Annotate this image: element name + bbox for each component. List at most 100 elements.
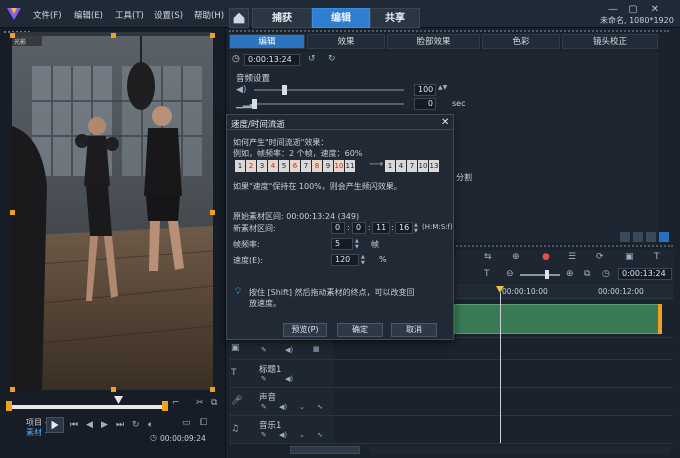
new-s-field[interactable]: 11: [372, 222, 390, 234]
title-track[interactable]: [333, 360, 673, 388]
subtab-effect[interactable]: 效果: [307, 34, 385, 49]
fade-slider[interactable]: [254, 103, 404, 105]
voice-wave-icon[interactable]: ∿: [317, 403, 323, 411]
fade-field[interactable]: 0: [414, 98, 436, 110]
speed-field[interactable]: 120: [331, 254, 359, 266]
new-m-field[interactable]: 0: [352, 222, 366, 234]
volume-spin-icon[interactable]: ▲▼: [438, 84, 447, 91]
volume-icon[interactable]: 🔈︎: [148, 420, 153, 430]
tab-share[interactable]: 共享: [370, 8, 420, 28]
play-button[interactable]: [46, 417, 64, 433]
subtitle-icon[interactable]: T: [654, 252, 660, 262]
options-tool-3[interactable]: [646, 232, 656, 242]
zoom-slider-thumb[interactable]: [545, 270, 549, 279]
playhead-icon[interactable]: [114, 396, 123, 404]
mute-icon[interactable]: ◀): [285, 346, 293, 354]
overlay-track[interactable]: [333, 340, 673, 360]
rotate-left-icon[interactable]: ↺: [308, 54, 316, 64]
rotate-right-icon[interactable]: ↻: [328, 54, 336, 64]
music-wave-icon[interactable]: ∿: [317, 431, 323, 439]
zoom-slider[interactable]: [520, 274, 560, 276]
menu-file[interactable]: 文件(F): [33, 9, 62, 21]
music-track[interactable]: [333, 416, 673, 444]
timeline-playhead-icon[interactable]: [496, 286, 504, 293]
subtab-face[interactable]: 脸部效果: [387, 34, 480, 49]
options-tool-4[interactable]: [659, 232, 669, 242]
display-mode-icon[interactable]: ▭: [182, 418, 191, 428]
zoom-in-icon[interactable]: ⊕: [566, 269, 574, 279]
tab-capture[interactable]: 捕获: [252, 8, 312, 28]
timeline-hscroll[interactable]: [370, 446, 670, 454]
crop-handle-bc[interactable]: [111, 387, 116, 392]
scrubber-track[interactable]: [8, 405, 166, 409]
crop-handle-mr[interactable]: [210, 210, 215, 215]
fade-slider-thumb[interactable]: [252, 99, 257, 109]
mode-clip[interactable]: 素材 -: [26, 427, 47, 438]
subtab-lens[interactable]: 镜头校正: [562, 34, 658, 49]
crop-handle-ml[interactable]: [10, 210, 15, 215]
menu-settings[interactable]: 设置(S): [154, 9, 183, 21]
tab-edit[interactable]: 编辑: [312, 8, 370, 28]
options-tool-2[interactable]: [633, 232, 643, 242]
menu-edit[interactable]: 编辑(E): [74, 9, 103, 21]
music-expand-icon[interactable]: ⌄: [299, 431, 305, 439]
subtab-color[interactable]: 色彩: [482, 34, 560, 49]
trim-start-handle[interactable]: [6, 401, 12, 411]
volume-slider-thumb[interactable]: [282, 85, 287, 95]
frame-rate-spin-icon[interactable]: ▲ ▼: [355, 238, 359, 250]
new-f-field[interactable]: 16: [395, 222, 413, 234]
preview-button[interactable]: 预览(P): [283, 323, 327, 337]
subtab-edit[interactable]: 编辑: [229, 34, 305, 49]
preview-timecode[interactable]: 00:00:09:24: [160, 434, 206, 443]
snapshot-icon[interactable]: ⧠: [200, 418, 207, 428]
record-icon[interactable]: ●: [542, 252, 550, 262]
video-clip[interactable]: [454, 304, 660, 334]
text-tool-icon[interactable]: T: [484, 269, 490, 279]
new-duration-spin-icon[interactable]: ▲ ▼: [414, 222, 418, 234]
menu-tools[interactable]: 工具(T): [115, 9, 144, 21]
go-start-icon[interactable]: ⏮: [70, 420, 78, 430]
menu-help[interactable]: 帮助(H): [194, 9, 224, 21]
volume-slider[interactable]: [254, 89, 404, 91]
timeline-tool-2-icon[interactable]: ⊕: [512, 252, 520, 262]
prev-frame-icon[interactable]: ◀: [86, 420, 93, 430]
split-icon[interactable]: ⌐: [172, 398, 180, 408]
speed-spin-icon[interactable]: ▲ ▼: [361, 254, 365, 266]
crop-handle-tr[interactable]: [210, 33, 215, 38]
duration-field[interactable]: 0:00:13:24: [244, 54, 300, 66]
cancel-button[interactable]: 取消: [391, 323, 437, 337]
crop-handle-tc[interactable]: [111, 33, 116, 38]
home-button[interactable]: [229, 8, 249, 28]
crop-handle-bl[interactable]: [10, 387, 15, 392]
dialog-close-icon[interactable]: ✕: [441, 117, 449, 128]
edit-icon[interactable]: ✎: [261, 346, 267, 354]
crop-handle-tl[interactable]: [10, 33, 15, 38]
voice-mute-icon[interactable]: ◀): [279, 403, 287, 411]
crop-handle-br[interactable]: [210, 387, 215, 392]
zoom-out-icon[interactable]: ⊖: [506, 269, 514, 279]
voice-expand-icon[interactable]: ⌄: [299, 403, 305, 411]
options-grip[interactable]: [229, 30, 669, 32]
clip-end-handle[interactable]: [658, 304, 662, 334]
voice-edit-icon[interactable]: ✎: [261, 403, 267, 411]
timeline-tool-4-icon[interactable]: ☰: [568, 252, 576, 262]
trim-end-handle[interactable]: [162, 401, 168, 411]
title-edit-icon[interactable]: ✎: [261, 375, 267, 383]
timeline-timecode[interactable]: 0:00:13:24: [618, 268, 672, 280]
frame-rate-field[interactable]: 5: [331, 238, 353, 250]
cut-icon[interactable]: ✂: [196, 398, 204, 408]
music-mute-icon[interactable]: ◀): [279, 431, 287, 439]
ok-button[interactable]: 确定: [337, 323, 383, 337]
next-frame-icon[interactable]: ▶: [101, 420, 108, 430]
fit-icon[interactable]: ⧉: [584, 269, 590, 279]
music-edit-icon[interactable]: ✎: [261, 431, 267, 439]
copy-icon[interactable]: ⧉: [211, 398, 217, 408]
repeat-icon[interactable]: ↻: [132, 420, 140, 430]
new-h-field[interactable]: 0: [331, 222, 345, 234]
track-scrollbar[interactable]: [290, 446, 360, 454]
video-preview[interactable]: 光影: [12, 36, 213, 390]
timeline-tool-5-icon[interactable]: ⟳: [596, 252, 604, 262]
volume-field[interactable]: 100: [414, 84, 436, 96]
title-mute-icon[interactable]: ◀): [285, 375, 293, 383]
go-end-icon[interactable]: ⏭: [116, 420, 124, 430]
